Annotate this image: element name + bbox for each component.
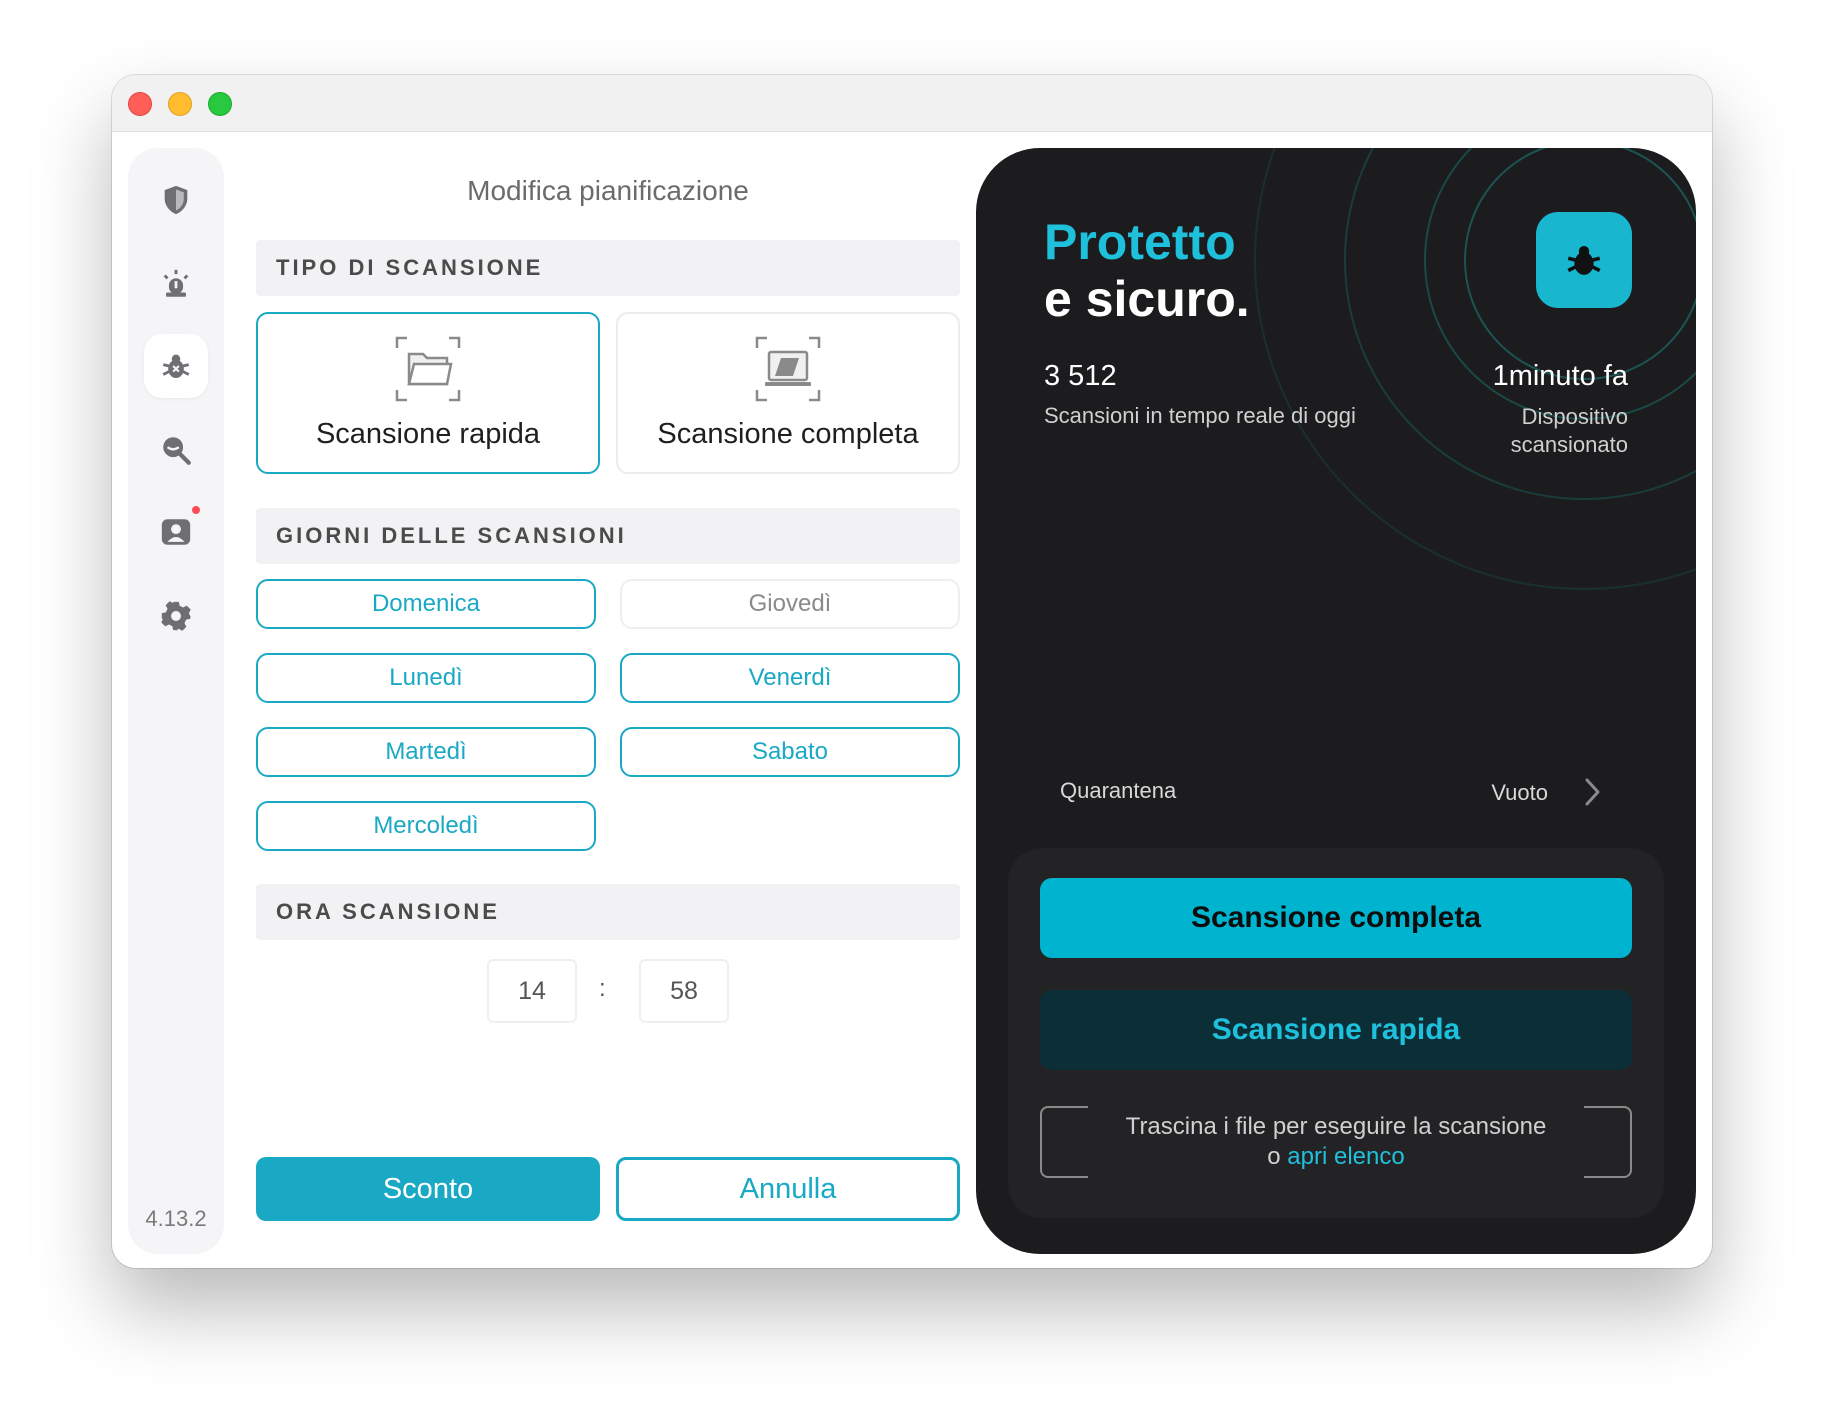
status-headline: e sicuro.	[1044, 271, 1250, 327]
day-thursday[interactable]: Giovedì	[620, 579, 960, 629]
title-bar	[112, 75, 1712, 132]
close-window-button[interactable]	[128, 92, 152, 116]
scan-type-full[interactable]: Scansione completa	[616, 312, 960, 474]
quick-scan-button[interactable]: Scansione rapida	[1040, 990, 1632, 1070]
day-sunday[interactable]: Domenica	[256, 579, 596, 629]
chevron-right-icon[interactable]	[1578, 776, 1606, 808]
drop-open-line: o apri elenco	[1040, 1142, 1632, 1172]
drop-bracket-right	[1584, 1106, 1632, 1178]
drop-text: Trascina i file per eseguire la scansion…	[1125, 1113, 1547, 1140]
app-version: 4.13.2	[145, 1206, 207, 1231]
search-icon	[163, 437, 191, 465]
sidebar-item-scan[interactable]	[144, 334, 208, 398]
shield-icon	[164, 185, 188, 215]
sidebar-item-account[interactable]	[144, 500, 208, 564]
gear-icon	[161, 601, 191, 631]
days-header: GIORNI DELLE SCANSIONI	[256, 508, 960, 564]
page-title: Modifica pianificazione	[467, 175, 749, 206]
scan-type-quick-label: Scansione rapida	[315, 418, 541, 450]
hour-input[interactable]: 14	[487, 959, 577, 1023]
bug-icon	[1567, 246, 1601, 275]
scan-status-badge	[1536, 212, 1632, 308]
time-header: ORA SCANSIONE	[256, 884, 960, 940]
cancel-button[interactable]: Annulla	[616, 1157, 960, 1221]
sidebar-item-protection[interactable]	[144, 168, 208, 232]
sidebar-item-privacy[interactable]	[144, 418, 208, 482]
bug-icon	[162, 354, 190, 379]
drop-or: o	[1267, 1143, 1281, 1170]
day-wednesday[interactable]: Mercoledì	[256, 801, 596, 851]
sidebar-item-settings[interactable]	[144, 584, 208, 648]
day-tuesday[interactable]: Martedì	[256, 727, 596, 777]
zoom-window-button[interactable]	[208, 92, 232, 116]
account-icon	[161, 519, 191, 545]
notification-dot	[192, 506, 200, 514]
minute-input[interactable]: 58	[639, 959, 729, 1023]
quarantine-label[interactable]: Quarantena	[1060, 778, 1176, 804]
time-separator: :	[599, 975, 606, 1002]
day-saturday[interactable]: Sabato	[620, 727, 960, 777]
laptop-icon	[755, 336, 821, 402]
alarm-icon	[163, 269, 189, 297]
file-drop-zone[interactable]: Trascina i file per eseguire la scansion…	[1040, 1106, 1632, 1178]
confirm-button[interactable]: Sconto	[256, 1157, 600, 1221]
last-scan-label: Dispositivo scansionato	[1510, 404, 1628, 457]
open-list-link[interactable]: apri elenco	[1287, 1143, 1404, 1170]
status-headline-accent: Protetto	[1044, 214, 1236, 270]
scan-actions: Scansione completa Scansione rapida Tras…	[1008, 848, 1664, 1218]
scan-type-quick[interactable]: Scansione rapida	[256, 312, 600, 474]
scan-type-full-label: Scansione completa	[657, 418, 919, 450]
scan-type-header: TIPO DI SCANSIONE	[256, 240, 960, 296]
sidebar-item-realtime[interactable]	[144, 252, 208, 316]
radar-ring	[1254, 148, 1696, 590]
realtime-scan-count: 3 512	[1044, 360, 1117, 392]
minimize-window-button[interactable]	[168, 92, 192, 116]
folder-icon	[395, 336, 461, 402]
realtime-scan-label: Scansioni in tempo reale di oggi	[1044, 403, 1356, 428]
drop-bracket-left	[1040, 1106, 1088, 1178]
sidebar: 4.13.2	[128, 148, 224, 1254]
app-window: 4.13.2 Modifica pianificazione TIPO DI S…	[112, 75, 1712, 1268]
last-scan-time: 1minuto fa	[1492, 360, 1628, 392]
status-panel: Protetto e sicuro. 3 512 Scansioni in te…	[976, 148, 1696, 1254]
day-friday[interactable]: Venerdì	[620, 653, 960, 703]
quarantine-value[interactable]: Vuoto	[1491, 780, 1548, 806]
day-monday[interactable]: Lunedì	[256, 653, 596, 703]
full-scan-button[interactable]: Scansione completa	[1040, 878, 1632, 958]
